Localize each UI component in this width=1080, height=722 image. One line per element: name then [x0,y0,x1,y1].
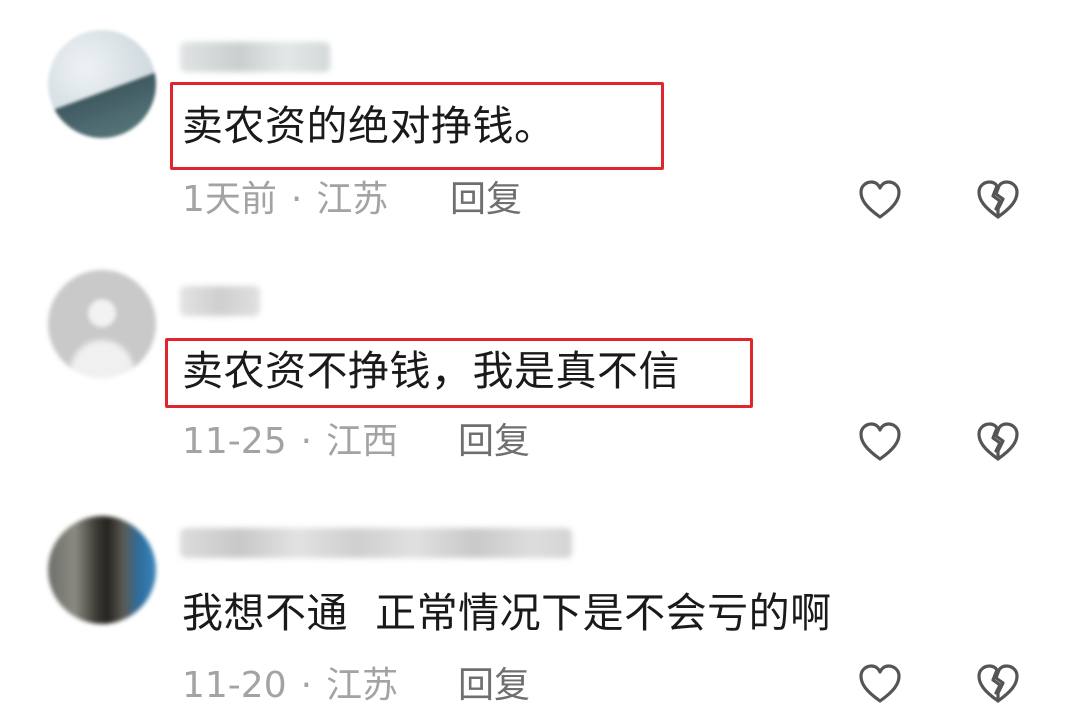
comment-time: 11-25 [182,421,287,462]
username-blurred[interactable] [180,286,260,316]
reply-button[interactable]: 回复 [458,664,530,708]
broken-heart-outline-icon[interactable] [974,418,1022,466]
comment-list: 卖农资的绝对挣钱。 1天前 · 江苏 回复 卖农资不挣钱，我是真不信 11-25 · 江… [0,0,1080,722]
reply-button[interactable]: 回复 [450,178,522,222]
broken-heart-outline-icon[interactable] [974,660,1022,708]
avatar[interactable] [48,30,156,138]
username-blurred[interactable] [180,528,572,558]
meta-separator: · [290,179,303,220]
comment-location: 江苏 [326,665,399,706]
comment-text: 卖农资不挣钱，我是真不信 [182,347,680,395]
comment-time: 11-20 [182,665,287,706]
comment-location: 江苏 [316,179,389,220]
heart-outline-icon[interactable] [856,418,904,466]
heart-outline-icon[interactable] [856,660,904,708]
reply-button[interactable]: 回复 [458,420,530,464]
comment-meta: 11-20 · 江苏 [182,664,398,708]
comment-time: 1天前 [182,179,277,220]
broken-heart-outline-icon[interactable] [974,176,1022,224]
comment-meta: 11-25 · 江西 [182,420,398,464]
meta-separator: · [300,421,313,462]
heart-outline-icon[interactable] [856,176,904,224]
comment-text: 卖农资的绝对挣钱。 [182,102,556,150]
comment-location: 江西 [326,421,399,462]
meta-separator: · [300,665,313,706]
avatar[interactable] [48,516,156,624]
comment-text: 我想不通 正常情况下是不会亏的啊 [182,589,832,637]
username-blurred[interactable] [180,42,330,72]
comment-meta: 1天前 · 江苏 [182,178,388,222]
avatar[interactable] [48,270,156,378]
